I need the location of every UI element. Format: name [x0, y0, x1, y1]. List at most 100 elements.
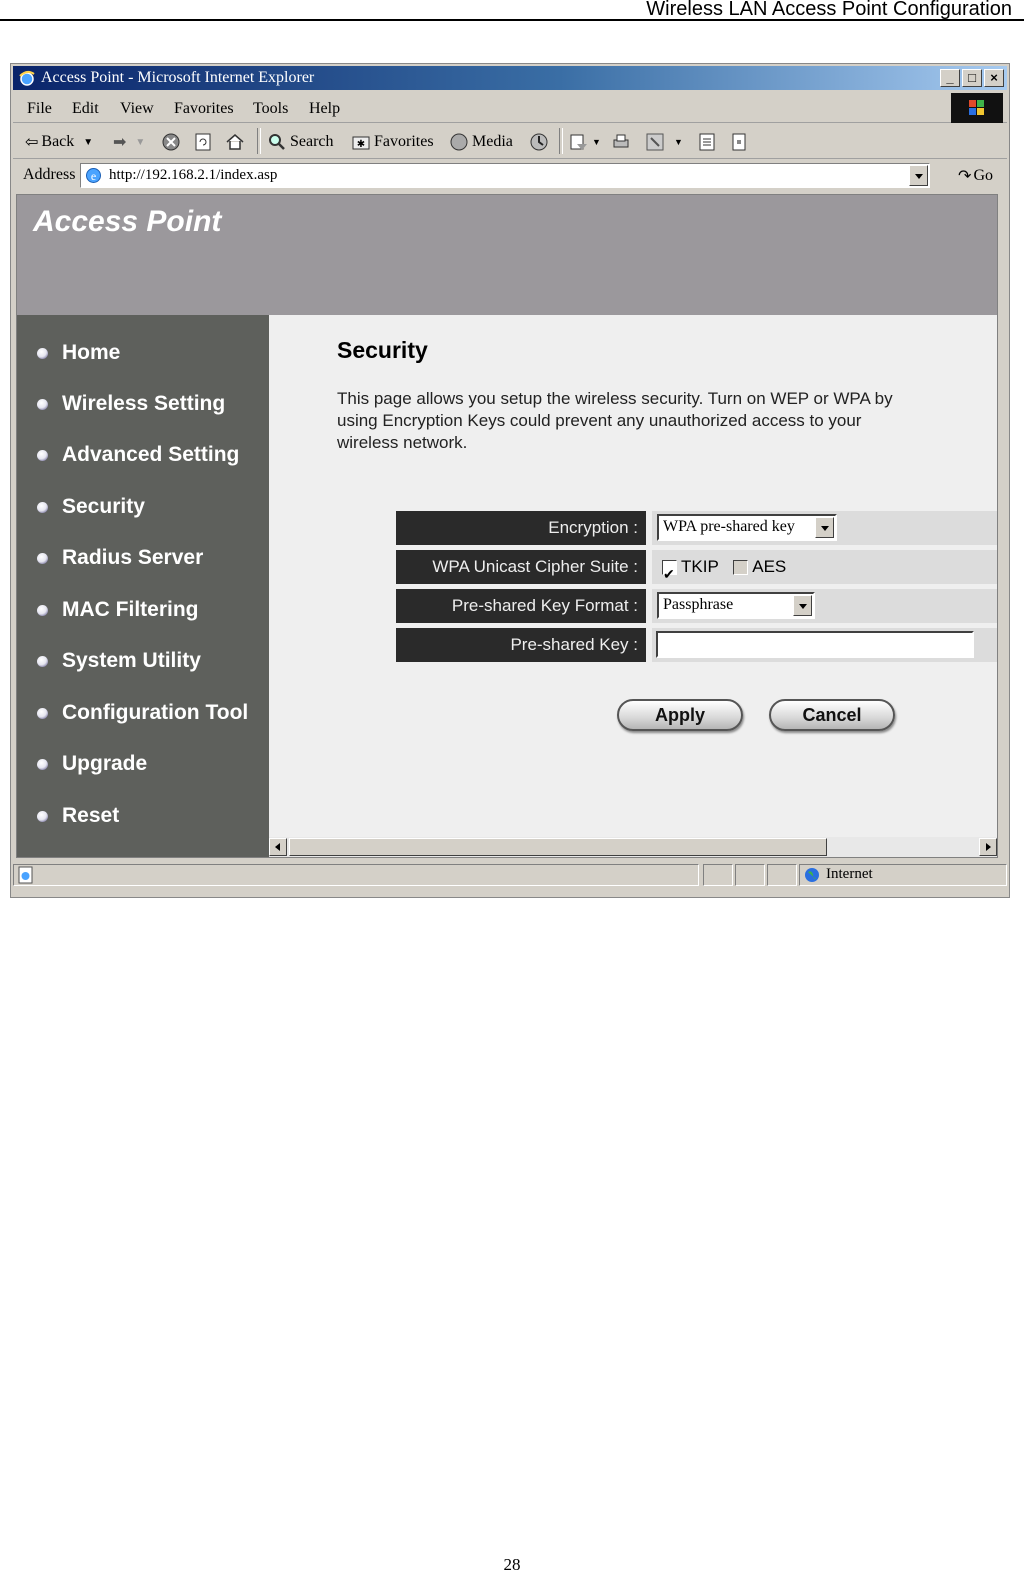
- back-label: Back: [41, 133, 75, 150]
- nav-label: Home: [62, 341, 121, 364]
- scroll-right-button[interactable]: [979, 838, 997, 856]
- messenger-icon[interactable]: [729, 132, 749, 152]
- forward-button[interactable]: ➡ ▼: [113, 132, 145, 152]
- menu-bar: File Edit View Favorites Tools Help: [13, 92, 1007, 123]
- search-button[interactable]: Search: [267, 132, 334, 152]
- tkip-checkbox[interactable]: [662, 557, 677, 591]
- menu-help[interactable]: Help: [309, 100, 340, 118]
- address-bar: Address e http://192.168.2.1/index.asp ↷…: [13, 160, 1007, 192]
- scroll-right-arrow-icon: [986, 843, 991, 851]
- nav-label: Configuration Tool: [62, 701, 249, 724]
- favorites-button[interactable]: ✱ Favorites: [351, 132, 434, 152]
- close-button[interactable]: ×: [984, 69, 1004, 87]
- apply-button[interactable]: Apply: [617, 699, 743, 731]
- address-value: http://192.168.2.1/index.asp: [109, 167, 278, 183]
- bullet-icon: [37, 655, 48, 667]
- menu-tools[interactable]: Tools: [253, 100, 288, 118]
- nav-item-system-utility[interactable]: System Utility: [37, 649, 201, 673]
- status-pane: [767, 864, 797, 886]
- scroll-left-button[interactable]: [269, 838, 287, 856]
- chevron-down-icon[interactable]: ▼: [83, 137, 93, 148]
- cancel-button[interactable]: Cancel: [769, 699, 895, 731]
- nav-item-wireless-setting[interactable]: Wireless Setting: [37, 392, 225, 416]
- print-icon[interactable]: [611, 132, 631, 152]
- stop-icon[interactable]: [161, 132, 181, 152]
- bullet-icon: [37, 501, 48, 513]
- app-brand: Access Point: [33, 205, 222, 238]
- chevron-down-icon[interactable]: ▼: [592, 137, 601, 147]
- forward-arrow-icon: ➡: [113, 134, 127, 151]
- menu-edit[interactable]: Edit: [72, 100, 99, 118]
- main-content: Security This page allows you setup the …: [269, 315, 997, 839]
- svg-text:e: e: [91, 169, 96, 183]
- nav-label: Security: [62, 495, 145, 518]
- discuss-icon[interactable]: [697, 132, 717, 152]
- menu-view[interactable]: View: [120, 100, 154, 118]
- bullet-icon: [37, 707, 48, 719]
- nav-item-radius-server[interactable]: Radius Server: [37, 546, 203, 570]
- favorites-icon: ✱: [352, 136, 370, 150]
- preshared-key-input[interactable]: [656, 631, 974, 658]
- aes-label: AES: [752, 557, 787, 576]
- bullet-icon: [37, 398, 48, 410]
- chevron-down-icon[interactable]: [815, 517, 834, 538]
- search-icon: [269, 134, 285, 150]
- go-label: Go: [973, 167, 993, 184]
- aes-checkbox[interactable]: [733, 559, 749, 575]
- back-button[interactable]: ⇦ Back ▼: [25, 132, 93, 152]
- nav-label: Reset: [62, 804, 120, 827]
- chevron-down-icon[interactable]: ▼: [135, 137, 145, 148]
- status-pane: [735, 864, 765, 886]
- preshared-key-row: Pre-shared Key :: [396, 628, 997, 662]
- address-input[interactable]: e http://192.168.2.1/index.asp: [80, 163, 930, 188]
- go-button[interactable]: ↷ Go: [958, 166, 993, 186]
- menu-file[interactable]: File: [27, 100, 52, 118]
- bullet-icon: [37, 758, 48, 770]
- maximize-button[interactable]: □: [962, 69, 982, 87]
- bullet-icon: [37, 347, 48, 359]
- nav-item-configuration-tool[interactable]: Configuration Tool: [37, 701, 248, 725]
- scroll-thumb[interactable]: [289, 838, 827, 856]
- page-description: This page allows you setup the wireless …: [337, 389, 893, 452]
- encryption-select[interactable]: WPA pre-shared key: [657, 514, 837, 541]
- nav-item-home[interactable]: Home: [37, 341, 120, 365]
- chevron-down-icon[interactable]: ▼: [674, 137, 683, 147]
- edit-icon: [646, 133, 664, 151]
- nav-label: MAC Filtering: [62, 598, 199, 621]
- nav-item-upgrade[interactable]: Upgrade: [37, 752, 147, 776]
- home-icon[interactable]: [225, 132, 245, 152]
- key-format-label: Pre-shared Key Format :: [396, 589, 646, 623]
- media-icon: [450, 133, 468, 151]
- horizontal-scrollbar[interactable]: [269, 837, 997, 857]
- key-format-select[interactable]: Passphrase: [657, 592, 815, 619]
- menu-favorites[interactable]: Favorites: [174, 100, 234, 118]
- sidebar-nav: Home Wireless Setting Advanced Setting S…: [17, 315, 269, 857]
- go-arrow-icon: ↷: [958, 168, 972, 185]
- minimize-button[interactable]: _: [940, 69, 960, 87]
- nav-item-security[interactable]: Security: [37, 495, 145, 519]
- nav-label: Wireless Setting: [62, 392, 226, 415]
- encryption-label: Encryption :: [396, 511, 646, 545]
- page-viewport: Access Point Home Wireless Setting Advan…: [16, 194, 998, 858]
- nav-item-reset[interactable]: Reset: [37, 804, 119, 828]
- nav-item-advanced-setting[interactable]: Advanced Setting: [37, 443, 239, 467]
- history-icon[interactable]: [529, 132, 549, 152]
- nav-label: Advanced Setting: [62, 443, 240, 466]
- mail-icon: [570, 134, 587, 150]
- favorites-label: Favorites: [374, 133, 434, 150]
- mail-button[interactable]: ▼: [569, 132, 601, 152]
- edit-button[interactable]: ▼: [645, 132, 683, 152]
- bullet-icon: [37, 449, 48, 461]
- chevron-down-icon[interactable]: [793, 595, 812, 616]
- bullet-icon: [37, 604, 48, 616]
- address-dropdown-button[interactable]: [909, 165, 928, 186]
- media-button[interactable]: Media: [449, 132, 513, 152]
- scroll-left-arrow-icon: [275, 843, 280, 851]
- nav-item-mac-filtering[interactable]: MAC Filtering: [37, 598, 199, 622]
- back-arrow-icon: ⇦: [25, 134, 39, 151]
- ie-logo-icon: [19, 70, 35, 86]
- tkip-label: TKIP: [681, 557, 719, 576]
- browser-window: Access Point - Microsoft Internet Explor…: [10, 63, 1010, 898]
- address-label: Address: [23, 166, 76, 183]
- refresh-icon[interactable]: [193, 132, 213, 152]
